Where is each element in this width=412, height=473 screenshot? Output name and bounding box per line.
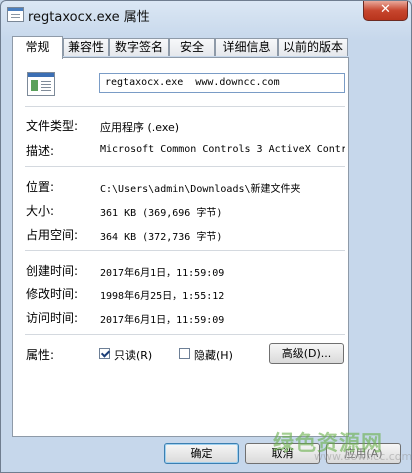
hidden-checkbox[interactable]	[179, 348, 190, 359]
accessed-label: 访问时间:	[26, 311, 79, 325]
file-type-label: 文件类型:	[26, 119, 79, 133]
modified-label: 修改时间:	[26, 287, 79, 301]
disk-size-value: 364 KB (372,736 字节)	[100, 232, 223, 243]
disk-size-label: 占用空间:	[26, 228, 79, 242]
readonly-checkbox[interactable]	[99, 348, 110, 359]
tab-security[interactable]: 安全	[169, 38, 215, 56]
created-label: 创建时间:	[26, 264, 79, 278]
file-name-input[interactable]: regtaxocx.exe www.downcc.com	[99, 73, 345, 93]
file-type-value: 应用程序 (.exe)	[100, 121, 180, 134]
description-label: 描述:	[26, 144, 55, 158]
hidden-label[interactable]: 隐藏(H)	[194, 347, 233, 363]
close-icon: ✕	[380, 2, 391, 17]
size-label: 大小:	[26, 204, 55, 218]
size-value: 361 KB (369,696 字节)	[100, 208, 223, 219]
separator	[25, 250, 345, 251]
tab-general[interactable]: 常规	[12, 36, 63, 59]
separator	[25, 106, 345, 107]
separator	[25, 334, 345, 335]
general-tab-panel: regtaxocx.exe www.downcc.com 文件类型: 应用程序 …	[12, 57, 349, 437]
window-title: regtaxocx.exe 属性	[28, 10, 150, 25]
location-label: 位置:	[26, 180, 55, 194]
tab-details[interactable]: 详细信息	[215, 38, 278, 56]
description-value: Microsoft Common Controls 3 ActiveX Cont…	[100, 144, 345, 155]
exe-file-icon	[27, 72, 55, 96]
location-value: C:\Users\admin\Downloads\新建文件夹	[100, 184, 301, 195]
readonly-label[interactable]: 只读(R)	[114, 347, 152, 363]
title-bar[interactable]: regtaxocx.exe 属性 ✕	[1, 1, 411, 29]
separator	[25, 166, 345, 167]
tab-previous-versions[interactable]: 以前的版本	[278, 38, 348, 56]
window-icon	[7, 7, 24, 22]
watermark-url: www.downcc.com	[314, 450, 412, 463]
created-value: 2017年6月1日，11:59:09	[100, 268, 225, 279]
tab-digital-signatures[interactable]: 数字签名	[109, 38, 169, 56]
tab-compatibility[interactable]: 兼容性	[63, 38, 109, 56]
close-button[interactable]: ✕	[363, 1, 408, 21]
ok-button[interactable]: 确定	[164, 443, 239, 464]
properties-window: regtaxocx.exe 属性 ✕ 常规 兼容性 数字签名 安全 详细信息 以…	[0, 0, 412, 473]
modified-value: 1998年6月25日，1:55:12	[100, 291, 225, 302]
attributes-label: 属性:	[26, 348, 55, 362]
advanced-button[interactable]: 高级(D)...	[269, 343, 344, 364]
accessed-value: 2017年6月1日，11:59:09	[100, 315, 225, 326]
